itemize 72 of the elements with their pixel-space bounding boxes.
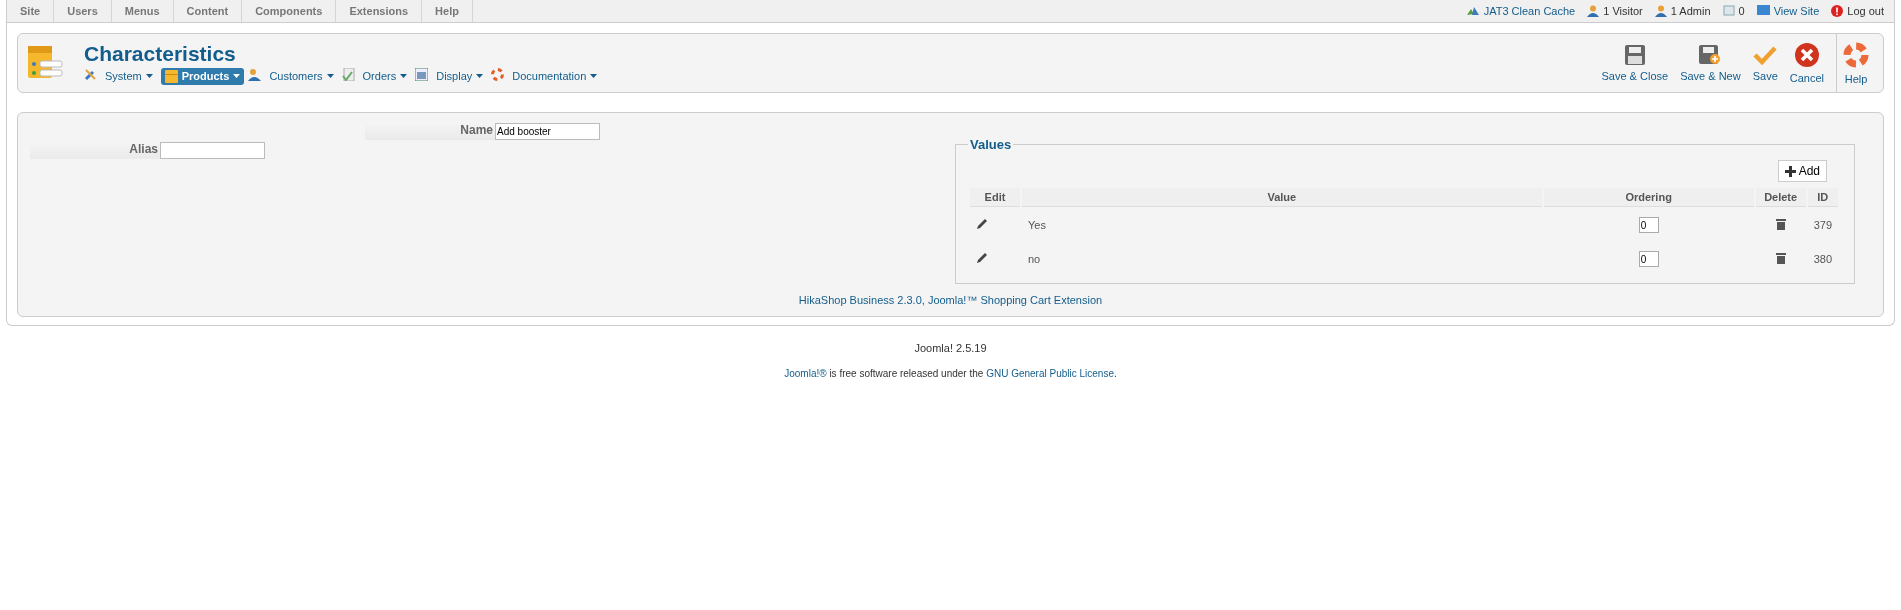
monitor-icon	[1756, 5, 1770, 15]
menu-item[interactable]: Components	[242, 0, 337, 22]
column-header: Edit	[970, 188, 1020, 207]
close-icon	[1794, 42, 1819, 67]
submenu-item[interactable]: Products	[160, 67, 245, 85]
status-link[interactable]: View Site	[1773, 5, 1820, 17]
joomla-link[interactable]: Joomla!®	[784, 368, 827, 379]
table-cell-text: no	[1027, 252, 1042, 267]
window-icon	[415, 67, 429, 81]
user-icon	[1654, 5, 1667, 17]
user-icon	[1587, 5, 1600, 17]
table-cell-text: 380	[1812, 252, 1833, 267]
table-cell-text: 379	[1812, 218, 1833, 233]
ordering-field[interactable]: 0	[1638, 217, 1659, 233]
submenu-item[interactable]: Orders	[358, 67, 412, 85]
menu-item[interactable]: Users	[54, 0, 112, 22]
menu-item[interactable]: Extensions	[336, 0, 423, 22]
wrench-icon	[84, 67, 97, 81]
column-header: Delete	[1755, 188, 1806, 207]
toolbar-button[interactable]: Save & Close	[1595, 34, 1675, 92]
field-label: Name	[365, 123, 495, 140]
alert-icon	[1831, 5, 1844, 17]
trash-icon[interactable]	[1775, 252, 1786, 264]
fieldset-legend: Values	[968, 137, 1014, 152]
status-link[interactable]: 1 Admin	[1670, 5, 1711, 17]
column-header: Value	[1022, 188, 1542, 207]
toolbar-button[interactable]: Save	[1746, 34, 1784, 92]
caret-icon	[326, 74, 334, 78]
caret-icon	[145, 74, 153, 78]
caret-icon	[590, 74, 598, 78]
status-link[interactable]: 0	[1738, 5, 1745, 17]
submenu-item[interactable]: Customers	[265, 67, 338, 85]
menu-item[interactable]: Content	[173, 0, 243, 22]
status-link[interactable]: JAT3 Clean Cache	[1483, 5, 1576, 17]
submenu-item[interactable]: Documentation	[508, 67, 602, 85]
status-link[interactable]: 1 Visitor	[1603, 5, 1643, 17]
box-icon	[164, 69, 178, 83]
toolbar-button[interactable]: Save & New	[1674, 34, 1747, 92]
plus-icon	[1784, 165, 1796, 177]
column-header: Ordering	[1543, 188, 1754, 207]
submenu-item[interactable]: Display	[432, 67, 488, 85]
status-link[interactable]: Log out	[1847, 5, 1884, 17]
name-field[interactable]: Add booster	[495, 123, 600, 140]
license-text: Joomla!® is free software released under the GNU General Public License.	[783, 368, 1118, 379]
column-header: ID	[1807, 188, 1838, 207]
toolbar-button[interactable]: Cancel	[1783, 34, 1830, 92]
license-link[interactable]: GNU General Public License	[986, 368, 1114, 379]
ordering-field[interactable]: 0	[1638, 251, 1659, 267]
submenu-item[interactable]: System	[101, 67, 157, 85]
version-text: Joomla! 2.5.19	[913, 342, 988, 354]
caret-icon	[476, 74, 484, 78]
caret-icon	[233, 74, 241, 78]
credit-link[interactable]: HikaShop Business 2.3.0, Joomla!™ Shopping Cart Extension	[30, 294, 1871, 306]
floppy-disk-plus-icon	[1699, 44, 1722, 65]
trash-icon[interactable]	[1775, 218, 1786, 230]
alias-field[interactable]	[160, 142, 265, 159]
menu-item[interactable]: Menus	[111, 0, 174, 22]
help-icon	[1843, 41, 1869, 68]
field-label: Alias	[30, 142, 160, 159]
table-cell-text: Yes	[1027, 218, 1047, 233]
menu-item[interactable]: Help	[422, 0, 473, 22]
users-icon	[248, 67, 262, 81]
add-button[interactable]: Add	[1777, 160, 1827, 182]
pencil-icon[interactable]	[976, 218, 988, 230]
checkmark-icon	[1753, 44, 1778, 65]
caret-icon	[400, 74, 408, 78]
lifebuoy-icon	[491, 67, 505, 81]
page-title: Characteristics	[84, 41, 237, 66]
document-icon	[341, 67, 355, 81]
menu-item[interactable]: Site	[7, 0, 55, 22]
toolbar-button[interactable]: Help	[1836, 34, 1875, 92]
pencil-icon[interactable]	[976, 252, 988, 264]
